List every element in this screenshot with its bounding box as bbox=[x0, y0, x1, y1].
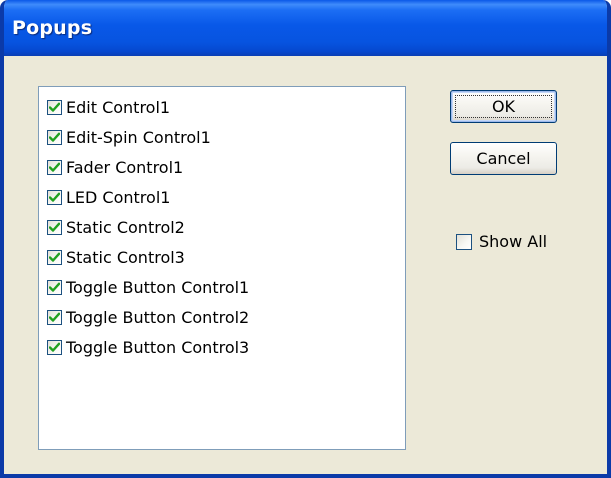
checkbox[interactable] bbox=[47, 339, 62, 355]
list-item[interactable]: Toggle Button Control2 bbox=[47, 305, 249, 329]
list-item-label: Toggle Button Control2 bbox=[66, 307, 250, 327]
list-item[interactable]: Edit-Spin Control1 bbox=[47, 125, 211, 149]
checkmark-icon bbox=[49, 282, 60, 292]
list-item[interactable]: Static Control3 bbox=[47, 245, 185, 269]
list-item-label: LED Control1 bbox=[66, 187, 171, 207]
show-all-label: Show All bbox=[479, 232, 548, 251]
list-item[interactable]: Static Control2 bbox=[47, 215, 185, 239]
checkbox[interactable] bbox=[47, 129, 62, 145]
list-item-label: Toggle Button Control1 bbox=[66, 277, 250, 297]
list-item-label: Edit Control1 bbox=[66, 97, 171, 117]
cancel-button-label: Cancel bbox=[476, 149, 531, 168]
checkmark-icon bbox=[49, 342, 60, 352]
checkbox[interactable] bbox=[47, 189, 62, 205]
checkmark-icon bbox=[49, 162, 60, 172]
list-item[interactable]: Toggle Button Control3 bbox=[47, 335, 249, 359]
checkbox[interactable] bbox=[47, 309, 62, 325]
popups-dialog: Popups Edit Control1 Edit-Spin Control1 bbox=[0, 0, 611, 478]
checkbox[interactable] bbox=[47, 279, 62, 295]
list-item[interactable]: Edit Control1 bbox=[47, 95, 170, 119]
checkmark-icon bbox=[49, 252, 60, 262]
list-item[interactable]: Toggle Button Control1 bbox=[47, 275, 249, 299]
popup-checklist[interactable]: Edit Control1 Edit-Spin Control1 Fader C… bbox=[38, 86, 406, 450]
checkmark-icon bbox=[49, 132, 60, 142]
checkbox[interactable] bbox=[47, 99, 62, 115]
list-item-label: Fader Control1 bbox=[66, 157, 184, 177]
checkmark-icon bbox=[49, 312, 60, 322]
checkbox[interactable] bbox=[47, 159, 62, 175]
checkmark-icon bbox=[49, 102, 60, 112]
dialog-title: Popups bbox=[12, 17, 93, 39]
checkbox[interactable] bbox=[47, 249, 62, 265]
checkbox[interactable] bbox=[47, 219, 62, 235]
list-item-label: Toggle Button Control3 bbox=[66, 337, 250, 357]
list-item-label: Static Control2 bbox=[66, 217, 185, 237]
cancel-button[interactable]: Cancel bbox=[450, 142, 557, 175]
list-item-label: Edit-Spin Control1 bbox=[66, 127, 211, 147]
title-bar[interactable]: Popups bbox=[4, 0, 607, 56]
list-item[interactable]: Fader Control1 bbox=[47, 155, 183, 179]
ok-button[interactable]: OK bbox=[450, 90, 557, 123]
ok-button-label: OK bbox=[491, 97, 516, 116]
list-item[interactable]: LED Control1 bbox=[47, 185, 170, 209]
list-item-label: Static Control3 bbox=[66, 247, 185, 267]
checkmark-icon bbox=[49, 192, 60, 202]
checkbox[interactable] bbox=[456, 233, 472, 250]
show-all-checkbox[interactable]: Show All bbox=[456, 232, 547, 251]
checkmark-icon bbox=[49, 222, 60, 232]
